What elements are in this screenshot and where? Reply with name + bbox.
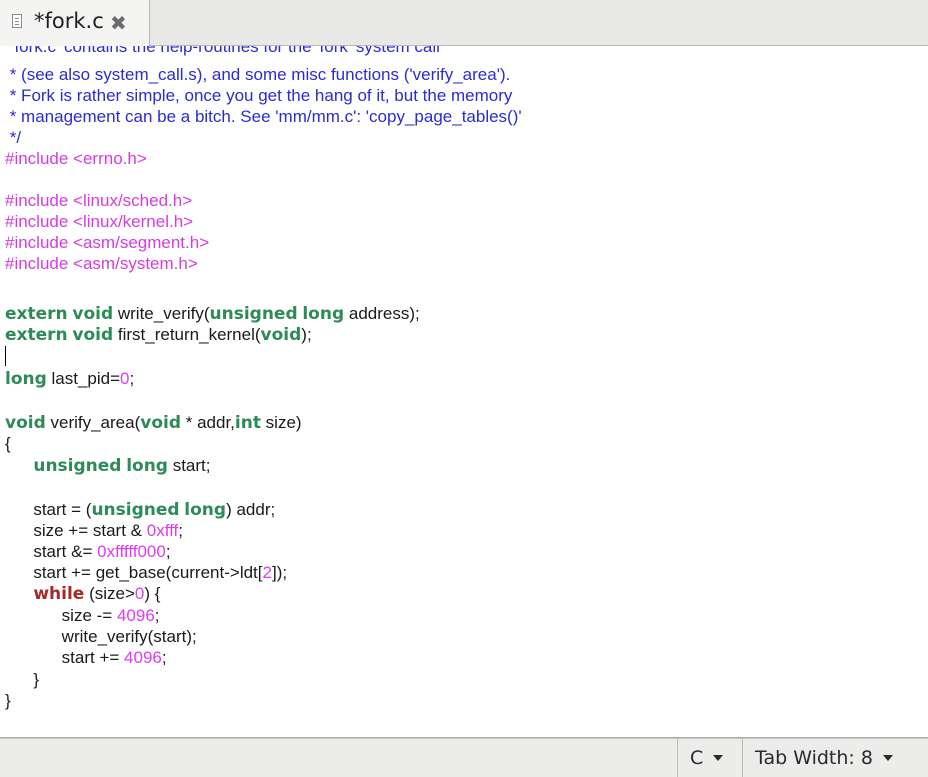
close-icon[interactable]: ✖: [110, 11, 127, 35]
code-line: #include <asm/system.h>: [5, 254, 198, 273]
code-line: while (size>0) {: [33, 584, 161, 604]
code-line: fork.c' contains the help-routines for t…: [5, 46, 440, 56]
code-line: extern void first_return_kernel(void);: [5, 325, 312, 345]
language-label: C: [690, 747, 704, 769]
chevron-down-icon: [713, 755, 724, 761]
code-line: }: [5, 691, 11, 710]
code-line: {: [5, 434, 11, 453]
code-line: #include <linux/sched.h>: [5, 191, 193, 210]
document-icon: [12, 14, 22, 28]
text-cursor: [5, 346, 6, 366]
tab-bar: *fork.c ✖: [0, 0, 928, 46]
code-line: * Fork is rather simple, once you get th…: [5, 86, 513, 105]
code-line: extern void write_verify(unsigned long a…: [5, 304, 420, 324]
tab-fork-c[interactable]: *fork.c ✖: [0, 0, 150, 46]
code-line: void verify_area(void * addr,int size): [5, 413, 302, 433]
code-line: write_verify(start);: [5, 627, 197, 646]
code-editor[interactable]: fork.c' contains the help-routines for t…: [0, 46, 928, 738]
code-line: #include <errno.h>: [5, 149, 147, 168]
tab-width-selector[interactable]: Tab Width: 8: [742, 739, 928, 777]
code-line: start = (unsigned long) addr;: [5, 500, 276, 520]
code-line: start &= 0xfffff000;: [5, 542, 171, 561]
code-line: * management can be a bitch. See 'mm/mm.…: [5, 107, 522, 126]
language-selector[interactable]: C: [677, 739, 742, 777]
tab-title: *fork.c: [34, 9, 104, 33]
code-line: */: [5, 128, 22, 147]
tab-width-label: Tab Width: 8: [755, 747, 873, 769]
code-line: size += start & 0xfff;: [5, 521, 183, 540]
code-line: unsigned long start;: [33, 456, 211, 476]
code-line: #include <asm/segment.h>: [5, 233, 210, 252]
code-line: #include <linux/kernel.h>: [5, 212, 194, 231]
code-line: size -= 4096;: [5, 606, 160, 625]
code-line: long last_pid=0;: [5, 369, 135, 389]
code-line: * (see also system_call.s), and some mis…: [5, 65, 511, 84]
code-line: start += get_base(current->ldt[2]);: [5, 563, 288, 582]
chevron-down-icon: [882, 755, 893, 761]
code-line: start += 4096;: [5, 648, 167, 667]
code-line: }: [5, 670, 40, 689]
status-bar: C Tab Width: 8: [0, 738, 928, 777]
